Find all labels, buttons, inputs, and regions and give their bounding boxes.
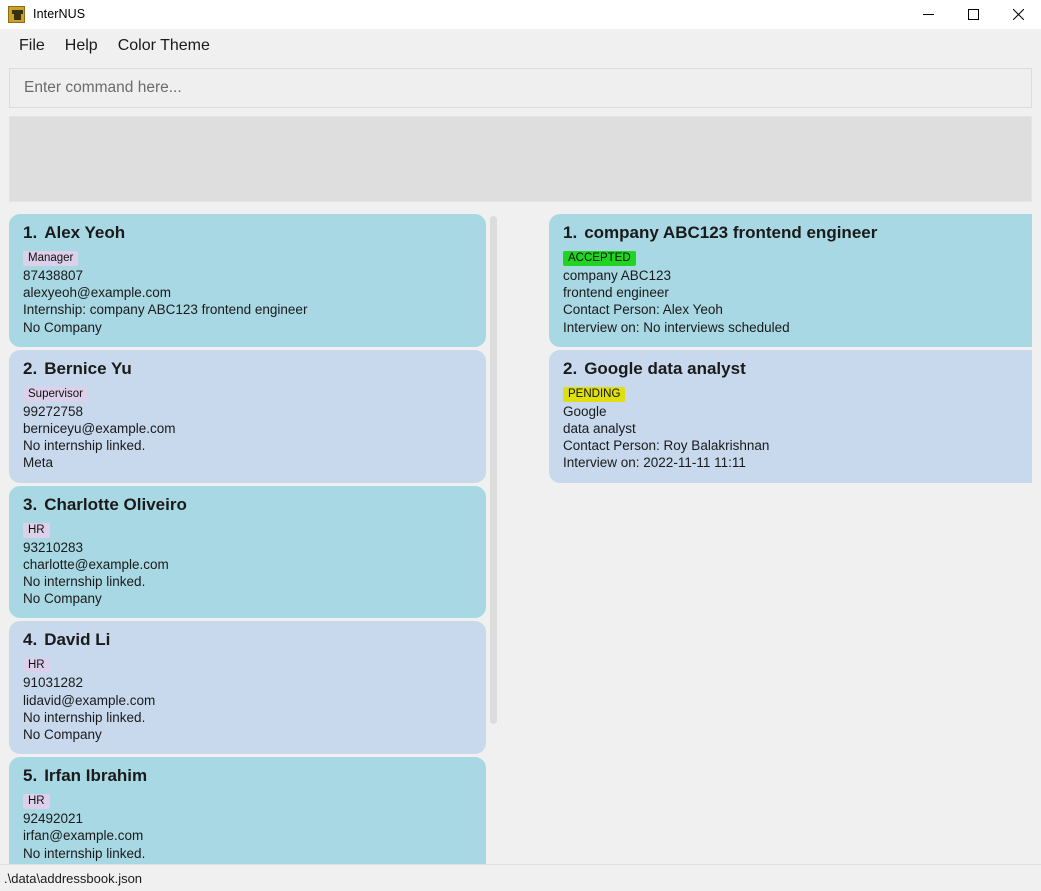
person-card-name: Irfan Ibrahim — [44, 766, 148, 786]
internship-role: frontend engineer — [563, 285, 669, 301]
person-card-index: 3. — [23, 494, 38, 514]
internship-card-status: PENDING — [563, 384, 1027, 402]
person-card-tags: Supervisor — [23, 384, 472, 402]
minimize-icon[interactable] — [906, 0, 951, 29]
person-tag-badge: Manager — [23, 251, 79, 266]
status-badge: PENDING — [563, 386, 626, 402]
internship-card-index: 2. — [563, 358, 578, 378]
person-email: alexyeoh@example.com — [23, 285, 172, 301]
person-company: Meta — [23, 455, 54, 471]
person-email: berniceyu@example.com — [23, 421, 176, 437]
internship-card-title: 2. Google data analyst — [563, 359, 1027, 379]
person-company: No Company — [23, 319, 102, 335]
person-tag-badge: HR — [23, 794, 50, 810]
person-card[interactable]: 1. Alex Yeoh Manager 87438807 alexyeoh@ex… — [9, 214, 486, 347]
person-card-index: 5. — [23, 766, 38, 786]
status-bar-path: .\data\addressbook.json — [4, 870, 143, 886]
person-card[interactable]: 4. David Li HR 91031282 lidavid@example.c… — [9, 621, 486, 755]
person-internship: No internship linked. — [23, 709, 146, 725]
panels-container: 1. Alex Yeoh Manager 87438807 alexyeoh@ex… — [0, 202, 1041, 864]
person-card-index: 4. — [23, 630, 38, 650]
internship-card[interactable]: 1. company ABC123 frontend engineer ACCEP… — [549, 214, 1032, 347]
internship-card-title: 1. company ABC123 frontend engineer — [563, 223, 1027, 243]
menu-item-file[interactable]: File — [10, 32, 54, 59]
internship-company: Google — [563, 403, 607, 419]
person-list-scrollbar[interactable] — [489, 214, 498, 864]
menu-item-help[interactable]: Help — [56, 32, 107, 59]
person-phone: 92492021 — [23, 811, 84, 827]
internship-company: company ABC123 — [563, 268, 672, 283]
person-card[interactable]: 5. Irfan Ibrahim HR 92492021 irfan@exampl… — [9, 757, 486, 864]
person-card-name: Charlotte Oliveiro — [44, 494, 187, 514]
maximize-icon[interactable] — [951, 0, 996, 29]
window-title: InterNUS — [33, 7, 86, 21]
internship-contact: Contact Person: Roy Balakrishnan — [563, 438, 770, 454]
person-card-name: David Li — [44, 630, 111, 650]
internship-card-name: company ABC123 frontend engineer — [584, 223, 878, 242]
person-card-title: 2. Bernice Yu — [23, 359, 472, 379]
result-display-container — [0, 108, 1041, 202]
command-input-placeholder: Enter command here... — [24, 79, 182, 96]
person-internship: No internship linked. — [23, 845, 146, 861]
person-list-panel: 1. Alex Yeoh Manager 87438807 alexyeoh@ex… — [9, 214, 501, 864]
person-card-list: 1. Alex Yeoh Manager 87438807 alexyeoh@ex… — [9, 214, 501, 864]
person-company: No Company — [23, 591, 102, 607]
internship-interview: Interview on: 2022-11-11 11:11 — [563, 455, 746, 471]
internship-card[interactable]: 2. Google data analyst PENDING Google dat… — [549, 349, 1032, 483]
person-card-title: 3. Charlotte Oliveiro — [23, 495, 472, 515]
person-company: No Company — [23, 727, 102, 743]
person-tag-badge: HR — [23, 522, 50, 538]
person-card-name: Bernice Yu — [44, 358, 132, 378]
internship-role: data analyst — [563, 421, 636, 437]
person-phone: 91031282 — [23, 675, 84, 691]
person-phone: 93210283 — [23, 539, 84, 555]
person-internship: No internship linked. — [23, 438, 146, 454]
person-card-tags: HR — [23, 791, 472, 810]
person-email: lidavid@example.com — [23, 692, 156, 708]
internship-interview: Interview on: No interviews scheduled — [563, 319, 790, 335]
internship-list-panel: 1. company ABC123 frontend engineer ACCEP… — [549, 214, 1032, 864]
person-card-title: 4. David Li — [23, 630, 472, 650]
person-card[interactable]: 2. Bernice Yu Supervisor 99272758 bernice… — [9, 349, 486, 483]
person-phone: 87438807 — [23, 268, 84, 283]
internship-card-name: Google data analyst — [584, 358, 746, 378]
status-badge: ACCEPTED — [563, 251, 636, 266]
status-bar: .\data\addressbook.json — [0, 864, 1041, 891]
menu-bar: File Help Color Theme — [0, 29, 1041, 63]
person-tag-badge: Supervisor — [23, 386, 88, 402]
internship-card-index: 1. — [563, 223, 578, 242]
person-internship: No internship linked. — [23, 574, 146, 590]
person-card-index: 2. — [23, 358, 38, 378]
person-card[interactable]: 3. Charlotte Oliveiro HR 93210283 charlot… — [9, 485, 486, 619]
internship-contact: Contact Person: Alex Yeoh — [563, 302, 723, 318]
person-email: irfan@example.com — [23, 828, 144, 844]
person-card-name: Alex Yeoh — [44, 223, 126, 242]
application-window: InterNUS File Help Color Theme Enter com… — [0, 0, 1041, 891]
person-card-title: 5. Irfan Ibrahim — [23, 766, 472, 786]
person-card-tags: HR — [23, 655, 472, 674]
person-internship: Internship: company ABC123 frontend engi… — [23, 302, 308, 318]
command-box-container: Enter command here... — [0, 63, 1041, 108]
scrollbar-thumb[interactable] — [490, 216, 497, 724]
menu-item-color-theme[interactable]: Color Theme — [109, 32, 219, 59]
window-controls — [906, 0, 1041, 29]
command-input[interactable]: Enter command here... — [9, 68, 1032, 108]
person-card-title: 1. Alex Yeoh — [23, 223, 472, 243]
person-card-index: 1. — [23, 223, 38, 242]
internship-card-status: ACCEPTED — [563, 248, 1027, 266]
person-company: No Company — [23, 862, 472, 864]
person-card-tags: Manager — [23, 248, 472, 266]
person-phone: 99272758 — [23, 403, 84, 419]
person-tag-badge: HR — [23, 658, 50, 674]
result-display-text — [10, 117, 1031, 133]
close-icon[interactable] — [996, 0, 1041, 29]
result-display — [9, 116, 1032, 202]
person-card-tags: HR — [23, 520, 472, 538]
title-bar: InterNUS — [0, 0, 1041, 29]
graduation-cap-icon — [8, 5, 25, 23]
person-email: charlotte@example.com — [23, 556, 169, 572]
internship-card-list: 1. company ABC123 frontend engineer ACCEP… — [549, 214, 1032, 483]
